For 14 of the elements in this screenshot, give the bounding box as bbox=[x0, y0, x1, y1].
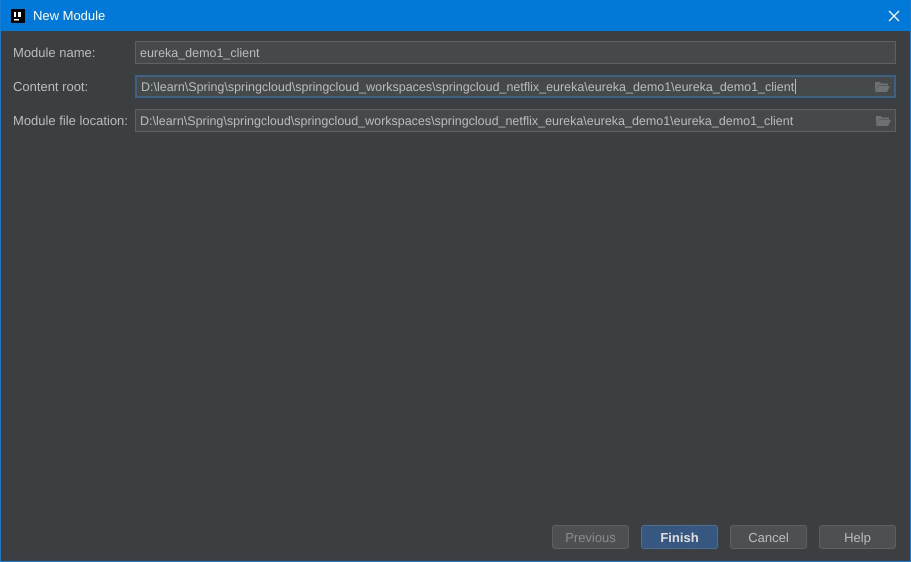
dialog-button[interactable]: Finish bbox=[641, 525, 718, 549]
text-field[interactable]: D:\learn\Spring\springcloud\springcloud_workspaces\springcloud_netflix_eureka\eureka_demo1\eureka_demo1_client bbox=[135, 75, 896, 98]
window-title: New Module bbox=[33, 8, 106, 23]
folder-icon[interactable] bbox=[875, 81, 890, 92]
dialog-button[interactable]: Cancel bbox=[730, 525, 807, 549]
field-label: Content root: bbox=[13, 79, 90, 94]
folder-icon[interactable] bbox=[876, 115, 891, 126]
field-label: Module file location: bbox=[13, 113, 129, 128]
dialog-button[interactable]: Help bbox=[819, 525, 896, 549]
field-label: Module name: bbox=[13, 45, 96, 60]
text-field[interactable]: D:\learn\Spring\springcloud\springcloud_workspaces\springcloud_netflix_eureka\eureka_demo1\eureka_demo1_client bbox=[135, 109, 896, 132]
app-icon bbox=[11, 8, 25, 22]
close-icon[interactable] bbox=[888, 10, 900, 22]
text-field[interactable]: eureka_demo1_client bbox=[135, 41, 896, 64]
